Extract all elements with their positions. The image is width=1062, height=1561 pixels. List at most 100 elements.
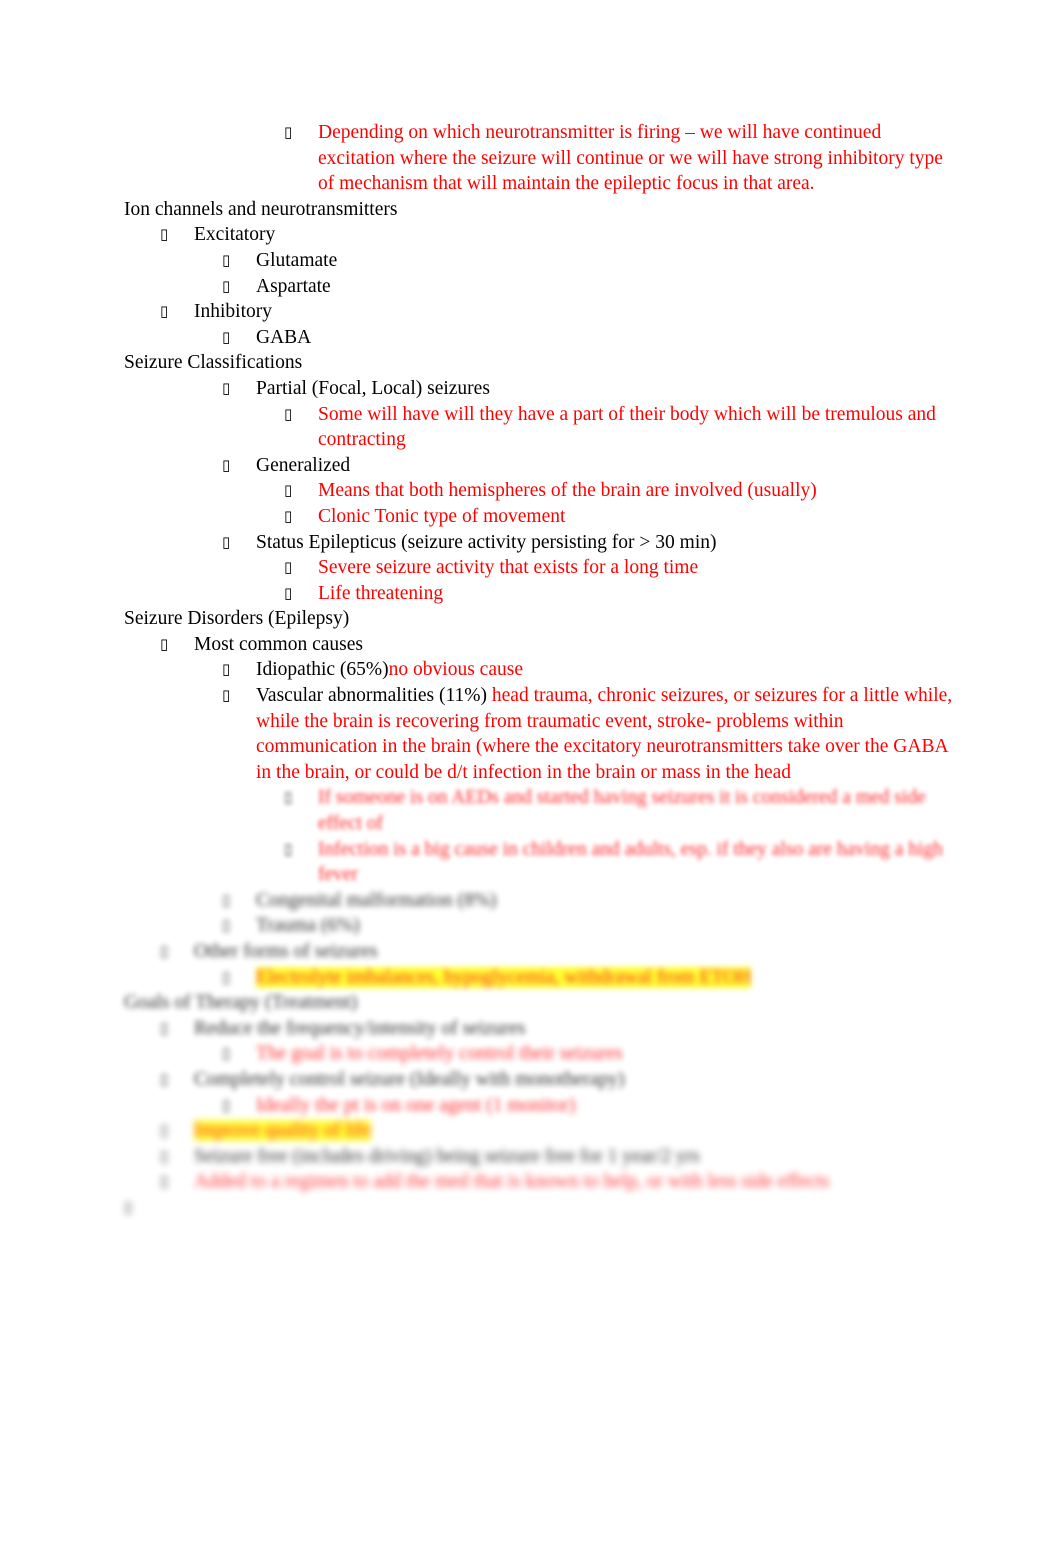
document-line-text: Depending on which neurotransmitter is f… [318, 120, 954, 197]
document-line: ▯ Seizure free (includes driving) being s… [160, 1144, 954, 1170]
text-run-red: The goal is to completely control their … [256, 1043, 623, 1065]
text-run-black: Glutamate [256, 249, 338, 271]
text-run-red-highlighted: Improve quality of life [194, 1120, 372, 1142]
text-run-black: Seizure Disorders (Epilepsy) [124, 608, 350, 630]
document-line: ▯ Vascular abnormalities (11%) head traum… [222, 683, 954, 785]
document-line: ▯ GABA [222, 325, 954, 351]
list-bullet-icon: ▯ [284, 404, 293, 423]
document-line: ▯ Inhibitory [160, 299, 954, 325]
document-line: Seizure Classifications [124, 350, 954, 376]
document-line-text: Inhibitory [194, 299, 954, 325]
document-line-text: Completely control seizure (Ideally with… [194, 1067, 954, 1093]
document-line: ▯ Severe seizure activity that exists for… [284, 555, 954, 581]
document-line: ▯ Life threatening [284, 581, 954, 607]
document-line-text: Goals of Therapy (Treatment) [124, 990, 884, 1016]
document-line: ▯ Means that both hemispheres of the brai… [284, 478, 954, 504]
list-bullet-icon: ▯ [160, 1018, 169, 1037]
list-bullet-icon: ▯ [222, 276, 231, 295]
document-line: Seizure Disorders (Epilepsy) [124, 606, 954, 632]
document-line-text: Seizure Disorders (Epilepsy) [124, 606, 884, 632]
list-bullet-icon: ▯ [160, 634, 169, 653]
list-bullet-icon: ▯ [284, 583, 293, 602]
document-line: ▯ Added to a regimen to add the med that … [160, 1169, 954, 1195]
list-bullet-icon: ▯ [160, 1146, 169, 1165]
text-run-black: Vascular abnormalities (11%) [256, 685, 492, 707]
document-line: ▯ Most common causes [160, 632, 954, 658]
list-bullet-icon: ▯ [160, 225, 169, 244]
document-line-text: Some will have will they have a part of … [318, 402, 954, 453]
text-run-black: Aspartate [256, 275, 331, 297]
list-bullet-icon: ▯ [222, 1095, 231, 1114]
document-line-text: Idiopathic (65%)no obvious cause [256, 657, 954, 683]
list-bullet-icon: ▯ [222, 1044, 231, 1063]
text-run-red: Added to a regimen to add the med that i… [194, 1171, 830, 1193]
text-run-black: Excitatory [194, 224, 276, 246]
document-line: ▯ Depending on which neurotransmitter is … [284, 120, 954, 197]
list-bullet-icon: ▯ [124, 1197, 133, 1216]
document-line: ▯ Excitatory [160, 222, 954, 248]
document-line: ▯ Idiopathic (65%)no obvious cause [222, 657, 954, 683]
list-bullet-icon: ▯ [160, 942, 169, 960]
text-run-black: Status Epilepticus (seizure activity per… [256, 531, 717, 553]
document-line-text: Electrolyte imbalances, hypoglycemia, wi… [256, 965, 954, 991]
text-run-red: Clonic Tonic type of movement [318, 505, 566, 527]
text-run-black: Partial (Focal, Local) seizures [256, 377, 490, 399]
document-line: ▯ Trauma (6%) [222, 913, 954, 939]
document-line-text: Added to a regimen to add the med that i… [194, 1169, 954, 1195]
document-line-text: The goal is to completely control their … [256, 1041, 954, 1067]
list-bullet-icon: ▯ [222, 250, 231, 269]
list-bullet-icon: ▯ [222, 890, 231, 909]
document-line: ▯ Electrolyte imbalances, hypoglycemia, w… [222, 965, 954, 991]
document-line-text: Most common causes [194, 632, 954, 658]
text-run-red: Severe seizure activity that exists for … [318, 557, 699, 579]
document-line-text: Generalized [256, 453, 954, 479]
text-run-black: Congenital malformation (8%) [256, 889, 497, 911]
text-run-black: Idiopathic (65%) [256, 659, 389, 681]
list-bullet-icon: ▯ [222, 686, 231, 705]
document-line: ▯ Congenital malformation (8%) [222, 888, 954, 914]
document-line-text: Reduce the frequency/intensity of seizur… [194, 1016, 954, 1042]
document-line-text: Improve quality of life [194, 1118, 954, 1144]
document-line-text: If someone is on AEDs and started having… [318, 785, 954, 836]
text-run-red: If someone is on AEDs and started having… [318, 787, 926, 835]
list-bullet-icon: ▯ [222, 967, 231, 986]
text-run-black: Goals of Therapy (Treatment) [124, 992, 358, 1014]
text-run-black: Reduce the frequency/intensity of seizur… [194, 1017, 526, 1039]
list-bullet-icon: ▯ [222, 378, 231, 397]
document-page: ▯ Depending on which neurotransmitter is … [0, 0, 1062, 1561]
document-line-text: Life threatening [318, 581, 954, 607]
document-line-text: Seizure free (includes driving) being se… [194, 1144, 954, 1170]
text-run-black: Ion channels and neurotransmitters [124, 198, 398, 220]
text-run-black: GABA [256, 326, 312, 348]
document-line: Ion channels and neurotransmitters [124, 197, 954, 223]
list-bullet-icon: ▯ [222, 455, 231, 474]
text-run-red-highlighted: Electrolyte imbalances, hypoglycemia, wi… [256, 966, 752, 988]
list-bullet-icon: ▯ [160, 302, 169, 321]
document-line: ▯ Partial (Focal, Local) seizures [222, 376, 954, 402]
document-line-text: Clonic Tonic type of movement [318, 504, 954, 530]
document-line: ▯ Reduce the frequency/intensity of seizu… [160, 1016, 954, 1042]
text-run-red: Ideally the pt is on one agent (1 monito… [256, 1094, 576, 1116]
list-bullet-icon: ▯ [222, 532, 231, 551]
document-line-text: Vascular abnormalities (11%) head trauma… [256, 683, 954, 785]
document-line: ▯ Clonic Tonic type of movement [284, 504, 954, 530]
document-line-text: Infection is a big cause in children and… [318, 837, 954, 888]
document-line-text: Other forms of seizures [194, 939, 954, 965]
document-line: ▯ Aspartate [222, 274, 954, 300]
text-run-red: Infection is a big cause in children and… [318, 838, 943, 886]
document-line: Goals of Therapy (Treatment) [124, 990, 954, 1016]
document-line-text: Partial (Focal, Local) seizures [256, 376, 954, 402]
list-bullet-icon: ▯ [284, 506, 293, 525]
document-line-text: Trauma (6%) [256, 913, 954, 939]
document-line: ▯ Status Epilepticus (seizure activity pe… [222, 530, 954, 556]
list-bullet-icon: ▯ [222, 327, 231, 346]
list-bullet-icon: ▯ [284, 481, 293, 500]
list-bullet-icon: ▯ [284, 839, 293, 858]
document-line-text: Ideally the pt is on one agent (1 monito… [256, 1093, 954, 1119]
document-line-text: GABA [256, 325, 954, 351]
list-bullet-icon: ▯ [222, 916, 231, 935]
list-bullet-icon: ▯ [284, 558, 293, 577]
document-line: ▯ If someone is on AEDs and started havin… [284, 785, 954, 836]
document-line: ▯ Glutamate [222, 248, 954, 274]
document-line: ▯ Infection is a big cause in children an… [284, 837, 954, 888]
